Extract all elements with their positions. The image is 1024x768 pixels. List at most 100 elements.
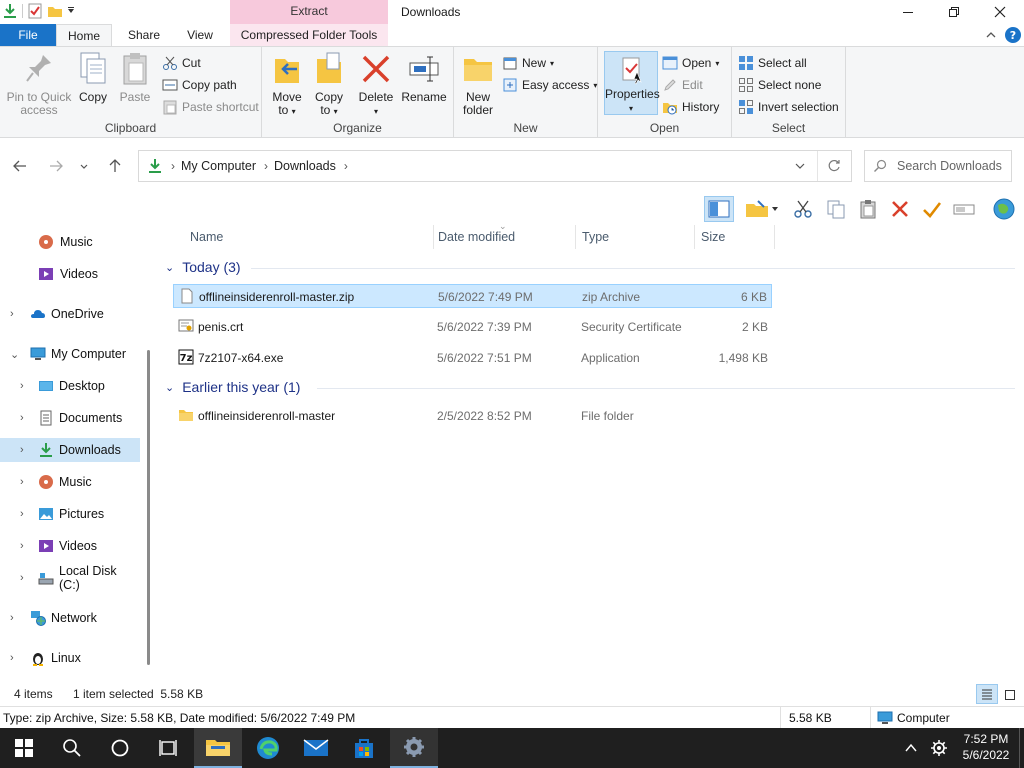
new-folder-button[interactable]: New folder [460, 51, 496, 117]
rename-button[interactable]: Rename [400, 51, 448, 104]
select-none-button[interactable]: Select none [738, 75, 821, 95]
chevron-down-icon[interactable]: ⌄ [10, 348, 19, 361]
column-header-name[interactable]: Name [184, 225, 434, 249]
nav-item-documents[interactable]: › Documents [0, 406, 140, 430]
details-view-button[interactable] [976, 684, 998, 704]
file-row[interactable]: offlineinsiderenroll-master.zip 5/6/2022… [173, 284, 772, 308]
confirm-toolbar-button[interactable] [918, 196, 946, 222]
file-explorer-taskbar-button[interactable] [194, 728, 242, 768]
paste-toolbar-button[interactable] [854, 196, 882, 222]
properties-icon[interactable] [27, 3, 43, 19]
preview-pane-button[interactable] [704, 196, 734, 222]
collapse-ribbon-button[interactable] [984, 28, 998, 42]
show-desktop-button[interactable] [1019, 728, 1024, 768]
chevron-right-icon[interactable]: › [344, 159, 348, 173]
start-button[interactable] [0, 728, 48, 768]
chevron-down-icon[interactable] [67, 3, 75, 19]
close-button[interactable] [977, 0, 1023, 24]
breadcrumb-downloads[interactable]: Downloads [274, 159, 336, 173]
delete-toolbar-button[interactable] [886, 196, 914, 222]
nav-item-desktop[interactable]: › Desktop [0, 374, 140, 398]
cut-toolbar-button[interactable] [790, 196, 816, 222]
minimize-button[interactable] [885, 0, 931, 24]
up-button[interactable] [105, 156, 125, 176]
new-folder-icon[interactable] [47, 3, 63, 19]
tab-file[interactable]: File [0, 24, 56, 46]
chevron-right-icon[interactable]: › [171, 159, 175, 173]
large-icons-view-button[interactable] [1001, 686, 1019, 704]
maximize-button[interactable] [931, 0, 977, 24]
settings-taskbar-button[interactable] [390, 728, 438, 768]
clock[interactable]: 7:52 PM 5/6/2022 [956, 731, 1016, 763]
chevron-right-icon[interactable]: › [20, 380, 24, 392]
chevron-right-icon[interactable]: › [20, 476, 24, 488]
nav-item-my-computer[interactable]: ⌄ My Computer [0, 342, 140, 366]
move-to-button[interactable]: Move to ▾ [268, 51, 306, 118]
column-header-size[interactable]: Size [695, 225, 775, 249]
easy-access-button[interactable]: Easy access ▾ [502, 75, 597, 95]
select-all-button[interactable]: Select all [738, 53, 807, 73]
cut-button[interactable]: Cut [162, 53, 201, 73]
downloads-icon[interactable] [2, 3, 18, 19]
cortana-button[interactable] [96, 728, 144, 768]
address-bar[interactable]: › My Computer › Downloads › [138, 150, 852, 182]
nav-item-downloads[interactable]: › Downloads [0, 438, 140, 462]
nav-item-network[interactable]: › Network [0, 606, 140, 630]
breadcrumb-my-computer[interactable]: My Computer [181, 159, 256, 173]
invert-selection-button[interactable]: Invert selection [738, 97, 839, 117]
column-header-type[interactable]: Type [576, 225, 695, 249]
nav-item-videos[interactable]: Videos [0, 262, 140, 286]
group-header-earlier-this-year[interactable]: ⌄ Earlier this year (1) [165, 375, 300, 399]
copy-to-button[interactable]: Copy to ▾ [310, 51, 348, 118]
file-row[interactable]: penis.crt 5/6/2022 7:39 PM Security Cert… [173, 315, 772, 339]
chevron-right-icon[interactable]: › [10, 652, 14, 664]
globe-toolbar-button[interactable] [988, 196, 1020, 222]
nav-item-linux[interactable]: › Linux [0, 646, 140, 670]
open-button[interactable]: Open ▾ [662, 53, 719, 73]
properties-button[interactable]: Properties ▾ [604, 51, 660, 115]
nav-item-pictures[interactable]: › Pictures [0, 502, 140, 526]
tab-share[interactable]: Share [124, 24, 164, 46]
chevron-right-icon[interactable]: › [20, 508, 24, 520]
refresh-button[interactable] [827, 159, 841, 176]
copy-toolbar-button[interactable] [822, 196, 850, 222]
chevron-right-icon[interactable]: › [264, 159, 268, 173]
file-row[interactable]: 7z 7z2107-x64.exe 5/6/2022 7:51 PM Appli… [173, 346, 772, 370]
history-button[interactable]: History [662, 97, 719, 117]
nav-item-music-2[interactable]: › Music [0, 470, 140, 494]
paste-shortcut-button[interactable]: Paste shortcut [162, 97, 259, 117]
nav-item-music[interactable]: Music [0, 230, 140, 254]
nav-item-local-disk[interactable]: › Local Disk (C:) [0, 564, 140, 592]
chevron-right-icon[interactable]: › [20, 572, 24, 584]
task-view-button[interactable] [144, 728, 192, 768]
recent-locations-button[interactable] [76, 156, 92, 176]
pin-to-quick-access-button[interactable]: Pin to Quick access [4, 51, 74, 117]
edit-button[interactable]: Edit [662, 75, 703, 95]
chevron-right-icon[interactable]: › [20, 444, 24, 456]
chevron-right-icon[interactable]: › [20, 540, 24, 552]
search-taskbar-button[interactable] [48, 728, 96, 768]
back-button[interactable] [10, 156, 30, 176]
delete-button[interactable]: Delete ▾ [356, 51, 396, 118]
tab-view[interactable]: View [180, 24, 220, 46]
forward-button[interactable] [46, 156, 66, 176]
store-taskbar-button[interactable] [340, 728, 388, 768]
file-row[interactable]: offlineinsiderenroll-master 2/5/2022 8:5… [173, 404, 772, 428]
search-box[interactable]: Search Downloads [864, 150, 1012, 182]
nav-item-onedrive[interactable]: › OneDrive [0, 302, 140, 326]
tab-home[interactable]: Home [56, 24, 112, 46]
mail-taskbar-button[interactable] [292, 728, 340, 768]
edge-taskbar-button[interactable] [244, 728, 292, 768]
copy-path-button[interactable]: Copy path [162, 75, 237, 95]
show-hidden-icons-button[interactable] [900, 728, 922, 768]
settings-tray-button[interactable] [926, 728, 952, 768]
group-header-today[interactable]: ⌄ Today (3) [165, 255, 241, 279]
rename-toolbar-button[interactable] [950, 196, 978, 222]
paste-button[interactable]: Paste [116, 51, 154, 104]
address-history-button[interactable] [793, 159, 807, 176]
tab-compressed-folder-tools[interactable]: Compressed Folder Tools [230, 24, 388, 46]
nav-scrollbar[interactable] [147, 350, 150, 665]
chevron-right-icon[interactable]: › [10, 308, 14, 320]
chevron-right-icon[interactable]: › [20, 412, 24, 424]
new-item-button[interactable]: New ▾ [502, 53, 554, 73]
